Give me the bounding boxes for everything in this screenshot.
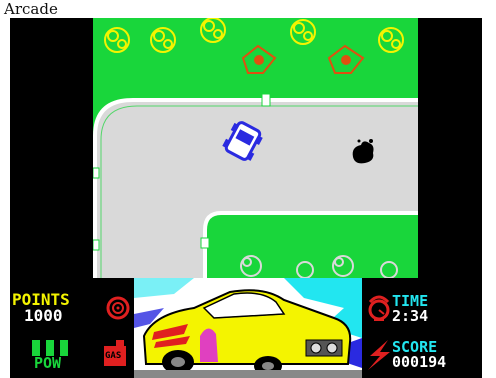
gas-label: GAS <box>105 351 122 361</box>
time-value: 2:34 <box>392 307 429 325</box>
kerb-post <box>93 239 100 251</box>
points-value: 1000 <box>24 306 63 325</box>
stopwatch-icon <box>368 295 390 321</box>
window-title: Arcade <box>4 0 58 18</box>
pow-label: POW <box>34 354 62 372</box>
kerb-post <box>93 167 100 179</box>
kerb-post <box>200 237 210 249</box>
score-value: 000194 <box>392 353 447 371</box>
kerb-post <box>261 93 271 107</box>
car-illustration <box>134 278 362 378</box>
game-screen[interactable]: POINTS 1000 POW GAS TIME 2:34 SCORE 0001… <box>10 18 482 378</box>
playfield[interactable] <box>93 18 418 278</box>
target-icon <box>106 296 130 320</box>
lightning-bolt-icon <box>368 340 390 370</box>
